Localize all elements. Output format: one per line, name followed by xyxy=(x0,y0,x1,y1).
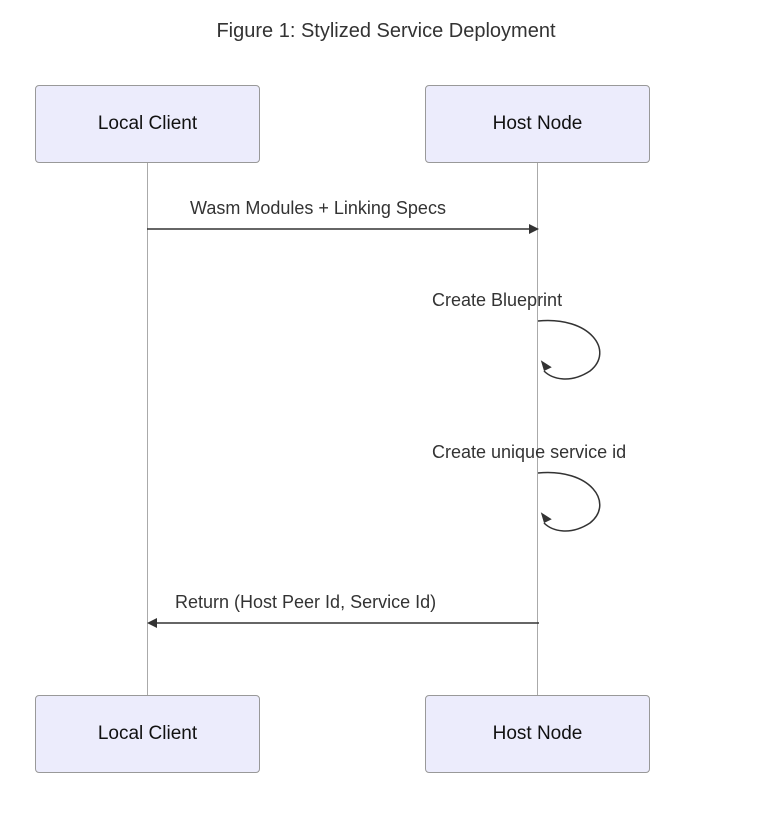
message-create-service-id: Create unique service id xyxy=(432,442,626,463)
message-create-blueprint: Create Blueprint xyxy=(432,290,562,311)
actor-label: Host Node xyxy=(493,113,583,135)
actor-label: Local Client xyxy=(98,113,197,135)
actor-local-client-bottom: Local Client xyxy=(35,695,260,773)
arrow-wasm-modules xyxy=(147,222,539,236)
diagram-title: Figure 1: Stylized Service Deployment xyxy=(0,20,772,43)
message-return: Return (Host Peer Id, Service Id) xyxy=(175,592,436,613)
arrow-return xyxy=(147,616,539,630)
message-wasm-modules: Wasm Modules + Linking Specs xyxy=(190,198,446,219)
actor-label: Local Client xyxy=(98,723,197,745)
actor-label: Host Node xyxy=(493,723,583,745)
actor-host-node-top: Host Node xyxy=(425,85,650,163)
actor-host-node-bottom: Host Node xyxy=(425,695,650,773)
self-loop-service-id xyxy=(530,468,610,538)
self-loop-blueprint xyxy=(530,316,610,386)
actor-local-client-top: Local Client xyxy=(35,85,260,163)
